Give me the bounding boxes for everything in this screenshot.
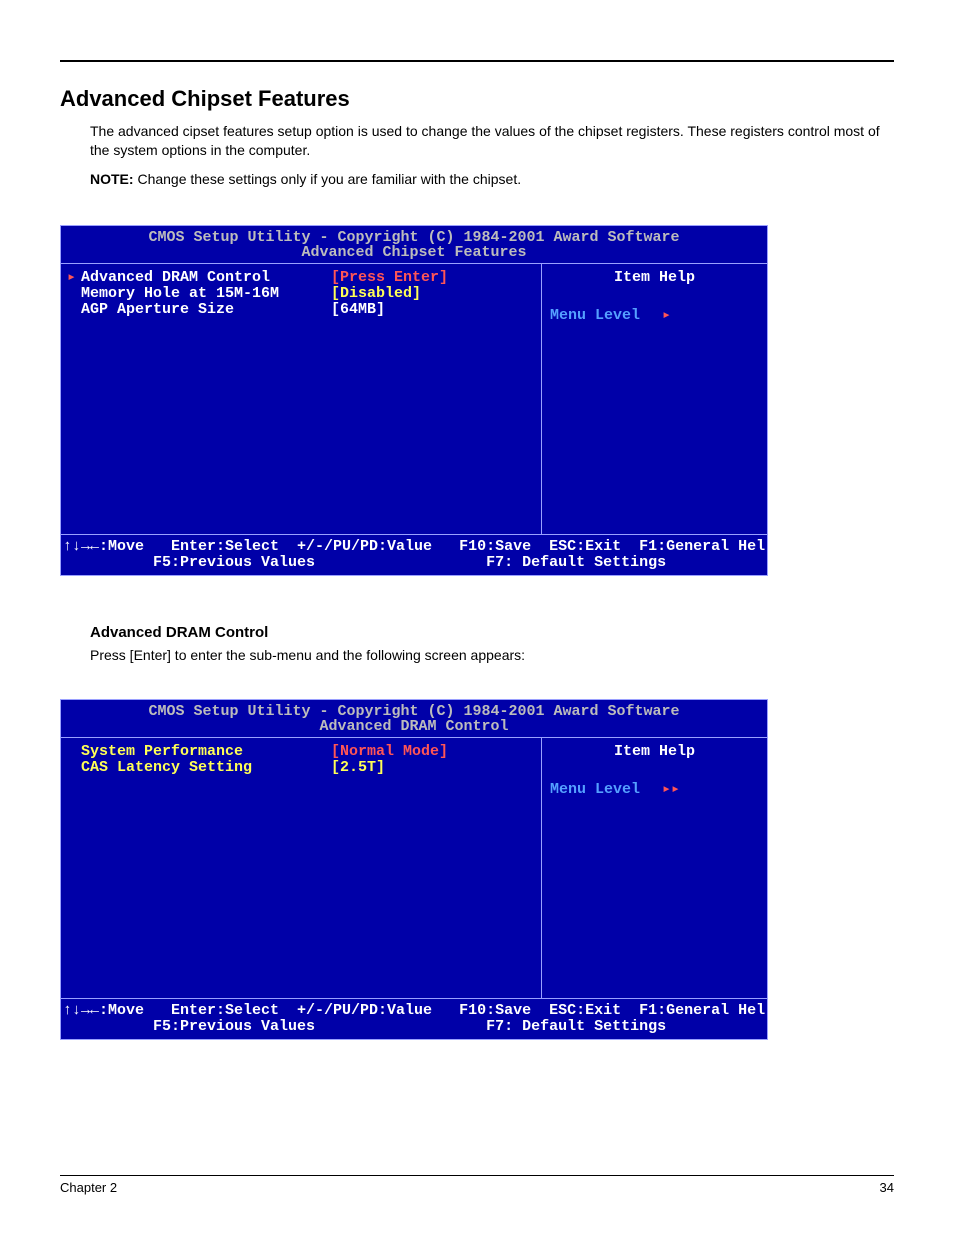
- bios-option-row[interactable]: ▸Memory Hole at 15M-16M[Disabled]: [67, 286, 533, 302]
- bios-screen-dram: CMOS Setup Utility - Copyright (C) 1984-…: [60, 699, 768, 1040]
- bios-option-row[interactable]: ▸CAS Latency Setting[2.5T]: [67, 760, 533, 776]
- bios-option-name: CAS Latency Setting: [81, 760, 331, 776]
- bios-option-value: [Normal Mode]: [331, 744, 448, 760]
- menu-level: Menu Level ▸▸: [550, 782, 759, 798]
- bios-help-pane: Item Help Menu Level ▸: [541, 264, 767, 534]
- bios-options-pane: ▸System Performance[Normal Mode] ▸CAS La…: [61, 738, 541, 998]
- bios-title-line1: CMOS Setup Utility - Copyright (C) 1984-…: [61, 230, 767, 246]
- chapter-label: Chapter 2: [60, 1180, 117, 1195]
- menu-level: Menu Level ▸: [550, 308, 759, 324]
- note-label: NOTE:: [90, 171, 134, 187]
- note-text: Change these settings only if you are fa…: [134, 171, 522, 187]
- bios-title: CMOS Setup Utility - Copyright (C) 1984-…: [61, 700, 767, 738]
- bios-option-row[interactable]: ▸System Performance[Normal Mode]: [67, 744, 533, 760]
- top-rule: [60, 60, 894, 62]
- bios-option-name: Memory Hole at 15M-16M: [81, 286, 331, 302]
- chevron-right-icon: ▸: [662, 307, 671, 324]
- bios-title-line2: Advanced Chipset Features: [61, 245, 767, 261]
- bios-title-line2: Advanced DRAM Control: [61, 719, 767, 735]
- bios-option-name: AGP Aperture Size: [81, 302, 331, 318]
- footer-rule: [60, 1175, 894, 1176]
- bios-option-name: System Performance: [81, 744, 331, 760]
- bios-option-row[interactable]: ▸Advanced DRAM Control[Press Enter]: [67, 270, 533, 286]
- bios-option-value: [2.5T]: [331, 760, 385, 776]
- item-help-title: Item Help: [550, 270, 759, 286]
- footer-line-1: ↑↓→←:Move Enter:Select +/-/PU/PD:Value F…: [63, 1002, 765, 1019]
- intro-block: The advanced cipset features setup optio…: [90, 122, 894, 189]
- bios-screen-chipset: CMOS Setup Utility - Copyright (C) 1984-…: [60, 225, 768, 576]
- menu-level-label: Menu Level: [550, 781, 640, 798]
- bios-option-name: Advanced DRAM Control: [81, 270, 331, 286]
- intro-paragraph: The advanced cipset features setup optio…: [90, 122, 894, 160]
- note-paragraph: NOTE: Change these settings only if you …: [90, 170, 894, 189]
- page-footer: Chapter 2 34: [60, 1175, 894, 1195]
- subsection-title: Advanced DRAM Control: [90, 624, 894, 641]
- item-help-title: Item Help: [550, 744, 759, 760]
- caret-icon: ▸: [67, 270, 81, 286]
- bios-key-footer: ↑↓→←:Move Enter:Select +/-/PU/PD:Value F…: [61, 535, 767, 575]
- bios-option-value: [Disabled]: [331, 286, 421, 302]
- bios-help-pane: Item Help Menu Level ▸▸: [541, 738, 767, 998]
- bios-options-pane: ▸Advanced DRAM Control[Press Enter] ▸Mem…: [61, 264, 541, 534]
- footer-line-2: F5:Previous Values F7: Default Settings: [63, 1018, 666, 1035]
- bios-title: CMOS Setup Utility - Copyright (C) 1984-…: [61, 226, 767, 264]
- bios-option-value: [Press Enter]: [331, 270, 448, 286]
- chevron-right-icon: ▸▸: [662, 781, 680, 798]
- bios-option-value: [64MB]: [331, 302, 385, 318]
- page-number: 34: [880, 1180, 894, 1195]
- bios-option-row[interactable]: ▸AGP Aperture Size[64MB]: [67, 302, 533, 318]
- footer-line-2: F5:Previous Values F7: Default Settings: [63, 554, 666, 571]
- page-title: Advanced Chipset Features: [60, 86, 894, 112]
- bios-key-footer: ↑↓→←:Move Enter:Select +/-/PU/PD:Value F…: [61, 999, 767, 1039]
- footer-line-1: ↑↓→←:Move Enter:Select +/-/PU/PD:Value F…: [63, 538, 765, 555]
- menu-level-label: Menu Level: [550, 307, 640, 324]
- subsection-desc: Press [Enter] to enter the sub-menu and …: [90, 647, 894, 663]
- bios-title-line1: CMOS Setup Utility - Copyright (C) 1984-…: [61, 704, 767, 720]
